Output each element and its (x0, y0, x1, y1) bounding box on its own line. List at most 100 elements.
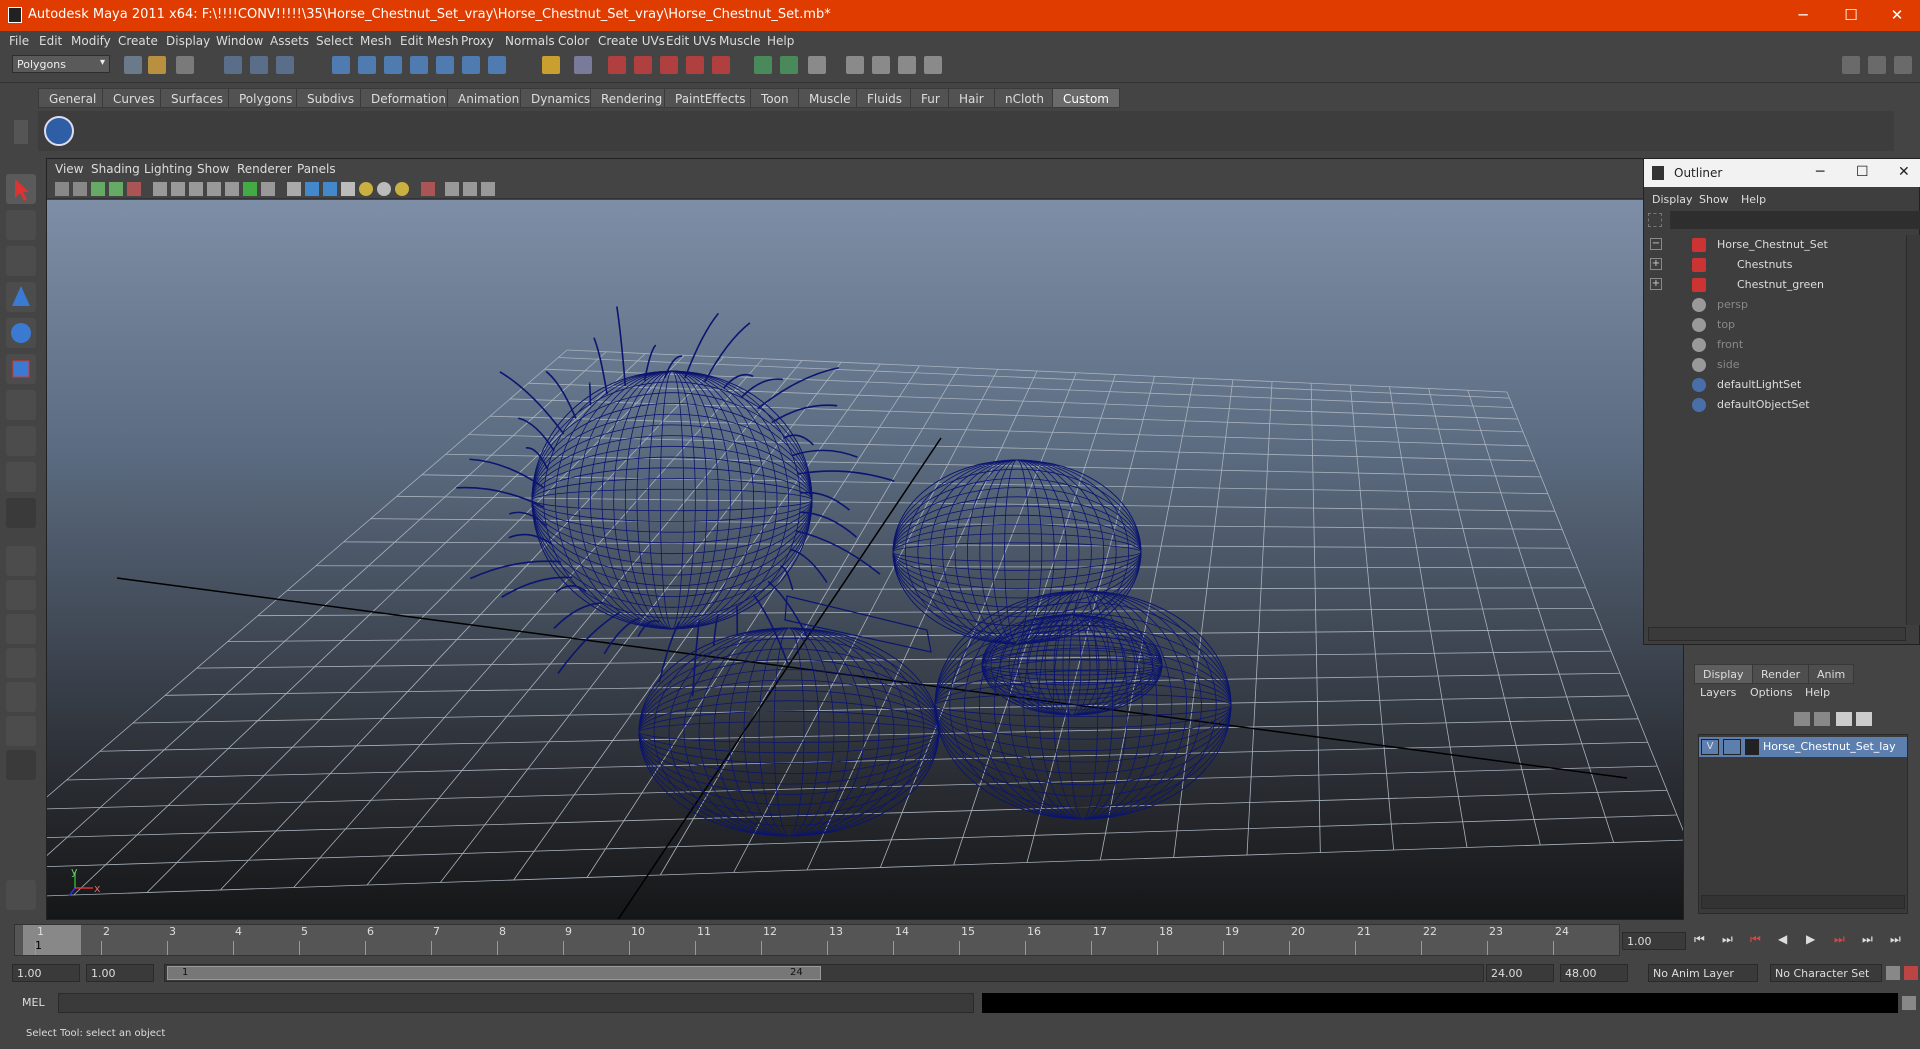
layer-tab-render[interactable]: Render (1752, 664, 1810, 684)
outliner-item[interactable]: + Chestnuts (1644, 255, 1906, 275)
layout-persp-trax-icon[interactable] (6, 716, 36, 746)
soft-mod-tool-icon[interactable] (6, 426, 36, 456)
menu-edit[interactable]: Edit (39, 34, 62, 48)
attribute-editor-icon[interactable] (846, 56, 864, 74)
snap-view-icon[interactable] (462, 56, 480, 74)
safe-action-icon[interactable] (243, 182, 257, 196)
step-forward-key-icon[interactable]: ⏭ (1862, 932, 1873, 947)
tab-surfaces[interactable]: Surfaces (160, 88, 234, 108)
layer-visibility-toggle[interactable]: V (1701, 739, 1719, 755)
script-editor-icon[interactable] (1902, 996, 1916, 1010)
end-time-field[interactable]: 48.00 (1560, 964, 1628, 982)
render-view-icon[interactable] (712, 56, 730, 74)
expand-toggle-icon[interactable]: + (1650, 278, 1662, 290)
range-slider-track[interactable]: 1 24 (164, 964, 1484, 982)
layout-four-icon[interactable] (6, 580, 36, 610)
outliner-item[interactable]: top (1644, 315, 1906, 335)
all-lights-icon[interactable] (395, 182, 409, 196)
layout-single-icon[interactable] (6, 546, 36, 576)
menu-window[interactable]: Window (216, 34, 263, 48)
outliner-item[interactable]: − Horse_Chestnut_Set (1644, 235, 1906, 255)
snap-plane-icon[interactable] (410, 56, 428, 74)
quick-layout-icon[interactable] (6, 880, 36, 910)
current-time-field[interactable]: 1.00 (1622, 932, 1686, 950)
save-scene-icon[interactable] (176, 56, 194, 74)
tab-fur[interactable]: Fur (910, 88, 951, 108)
snap-surface-icon[interactable] (436, 56, 454, 74)
show-channel-box-icon[interactable] (1894, 56, 1912, 74)
tab-deformation[interactable]: Deformation (360, 88, 457, 108)
xray-icon[interactable] (445, 182, 459, 196)
expand-toggle-icon[interactable] (1650, 378, 1662, 390)
playback-end-field[interactable]: 24.00 (1486, 964, 1554, 982)
vp-menu-renderer[interactable]: Renderer (237, 162, 292, 176)
expand-toggle-icon[interactable] (1650, 298, 1662, 310)
layout-persp-outliner-icon[interactable] (6, 614, 36, 644)
step-back-key-icon[interactable]: ⏭ (1722, 932, 1733, 947)
render-frame-icon[interactable] (608, 56, 626, 74)
layout-persp-graph-icon[interactable] (6, 648, 36, 678)
menu-color[interactable]: Color (558, 34, 589, 48)
layer-menu-layers[interactable]: Layers (1700, 686, 1736, 699)
menu-normals[interactable]: Normals (505, 34, 555, 48)
menu-modify[interactable]: Modify (71, 34, 111, 48)
mel-label[interactable]: MEL (22, 996, 45, 1009)
vp-menu-panels[interactable]: Panels (297, 162, 336, 176)
start-time-field[interactable]: 1.00 (12, 964, 80, 982)
rotate-tool-icon[interactable] (6, 318, 36, 348)
outliner-filter-field[interactable] (1670, 211, 1920, 229)
history-icon[interactable] (574, 56, 592, 74)
outliner-item[interactable]: persp (1644, 295, 1906, 315)
outliner-menu-show[interactable]: Show (1699, 193, 1729, 206)
shadows-icon[interactable] (377, 182, 391, 196)
layer-row[interactable]: V Horse_Chestnut_Set_lay (1699, 737, 1907, 757)
new-scene-icon[interactable] (124, 56, 142, 74)
bookmarks-icon[interactable] (91, 182, 105, 196)
manipulator-tool-icon[interactable] (6, 390, 36, 420)
maximize-button[interactable]: ☐ (1834, 3, 1868, 27)
select-tool-icon[interactable] (6, 174, 36, 204)
tab-general[interactable]: General (38, 88, 108, 108)
layout-more-icon[interactable] (6, 750, 36, 780)
paint-select-tool-icon[interactable] (6, 246, 36, 276)
expand-toggle-icon[interactable]: − (1650, 238, 1662, 250)
vp-menu-lighting[interactable]: Lighting (144, 162, 193, 176)
range-slider-handle[interactable]: 1 24 (167, 966, 821, 980)
menu-edit-mesh[interactable]: Edit Mesh (400, 34, 459, 48)
vp-menu-view[interactable]: View (55, 162, 83, 176)
menu-select[interactable]: Select (316, 34, 353, 48)
tab-muscle[interactable]: Muscle (798, 88, 862, 108)
rename-icon[interactable] (780, 56, 798, 74)
viewport-scene[interactable]: y x (47, 200, 1683, 919)
auto-key-icon[interactable] (1886, 966, 1900, 980)
resolution-gate-icon[interactable] (189, 182, 203, 196)
tab-custom[interactable]: Custom (1052, 88, 1120, 108)
tab-fluids[interactable]: Fluids (856, 88, 914, 108)
lock-icon[interactable] (542, 56, 560, 74)
outliner-item[interactable]: defaultObjectSet (1644, 395, 1906, 415)
chestnut-top-wireframe[interactable] (892, 459, 1142, 645)
modeling-toolkit-icon[interactable] (924, 56, 942, 74)
outliner-item[interactable]: defaultLightSet (1644, 375, 1906, 395)
xray-joints-icon[interactable] (463, 182, 477, 196)
chestnut-left-wireframe[interactable] (638, 627, 940, 837)
vp-menu-show[interactable]: Show (197, 162, 229, 176)
tab-curves[interactable]: Curves (102, 88, 166, 108)
tab-ncloth[interactable]: nCloth (994, 88, 1055, 108)
grease-pencil-icon[interactable] (127, 182, 141, 196)
grid-toggle-icon[interactable] (153, 182, 167, 196)
lasso-tool-icon[interactable] (6, 210, 36, 240)
move-layer-up-icon[interactable] (1794, 712, 1810, 726)
expand-toggle-icon[interactable] (1650, 358, 1662, 370)
gate-mask-icon[interactable] (207, 182, 221, 196)
hypershade-icon[interactable] (686, 56, 704, 74)
character-set-dropdown[interactable]: No Character Set (1770, 964, 1882, 982)
anim-layer-dropdown[interactable]: No Anim Layer (1648, 964, 1758, 982)
shelf-menu-handle[interactable] (14, 120, 28, 144)
tab-subdivs[interactable]: Subdivs (296, 88, 366, 108)
chestnut-wireframe[interactable] (456, 306, 1232, 837)
snap-point-icon[interactable] (384, 56, 402, 74)
wireframe-icon[interactable] (287, 182, 301, 196)
show-manipulator-icon[interactable] (6, 462, 36, 492)
field-chart-icon[interactable] (225, 182, 239, 196)
